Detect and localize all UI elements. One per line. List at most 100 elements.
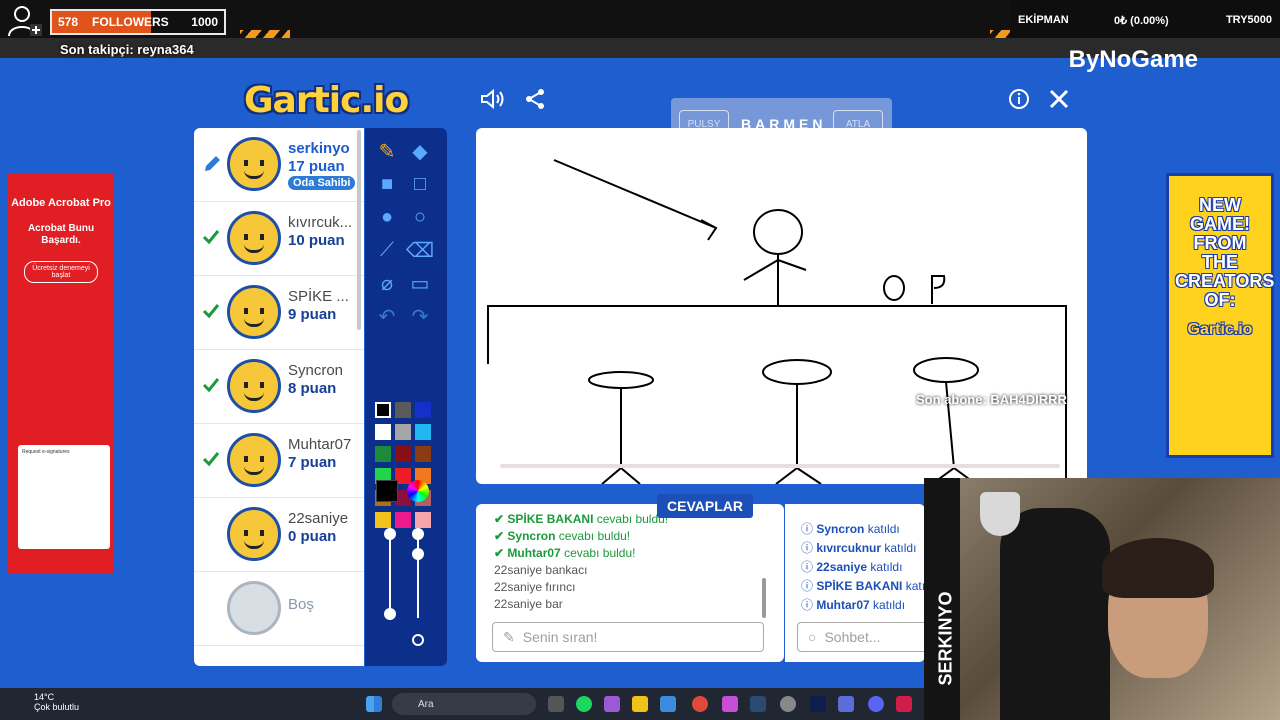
filled-circle-icon[interactable]: ●	[374, 204, 400, 230]
taskbar-search[interactable]: Ara	[392, 693, 536, 715]
pencil-icon	[202, 154, 220, 172]
empty-slot-label: Boş	[288, 596, 314, 613]
share-icon[interactable]	[522, 86, 548, 112]
current-color	[376, 480, 398, 502]
rect-outline-icon[interactable]: □	[407, 171, 433, 197]
chat-user: SPİKE BAKANI	[816, 579, 903, 593]
task-view-icon[interactable]	[548, 696, 564, 712]
app-icon-2[interactable]	[838, 696, 854, 712]
palette-color[interactable]	[415, 446, 431, 462]
opacity-knob[interactable]	[412, 528, 424, 540]
player-row[interactable]: 22saniye 0 puan	[194, 498, 364, 572]
bynogame-logo: ByNoGame	[1068, 46, 1198, 73]
info-icon: ⓘ	[801, 598, 817, 612]
player-row[interactable]: Syncron 8 puan	[194, 350, 364, 424]
player-row[interactable]: kıvırcuk... 10 puan	[194, 202, 364, 276]
sound-icon[interactable]	[480, 86, 506, 112]
answer-user: 22saniye	[494, 597, 543, 611]
streamer-name: SERKINYO	[935, 591, 956, 686]
palette-color[interactable]	[375, 446, 391, 462]
palette-color[interactable]	[375, 402, 391, 418]
fill-bucket-icon[interactable]: ◆	[407, 138, 433, 164]
player-row-empty: Boş	[194, 572, 364, 646]
circle-outline-icon[interactable]: ○	[407, 204, 433, 230]
steam-icon[interactable]	[750, 696, 766, 712]
chat-join-line: ⓘ kıvırcuknur katıldı	[801, 539, 916, 556]
drawing-canvas[interactable]	[476, 128, 1087, 484]
palette-color[interactable]	[415, 512, 431, 528]
last-follower: Son takipçi: reyna364	[60, 42, 194, 57]
chat-text: katıldı	[905, 579, 925, 593]
undo-icon[interactable]: ↶	[374, 303, 400, 329]
player-name: Syncron	[288, 362, 344, 379]
ad-trial-button[interactable]: Ücretsiz denemeyi başlat	[24, 261, 98, 283]
chat-text: katıldı	[867, 522, 900, 536]
eyedropper-icon[interactable]: ⌀	[374, 270, 400, 296]
chat-user: 22saniye	[816, 560, 868, 574]
answers-tab[interactable]: CEVAPLAR	[657, 494, 753, 518]
palette-color[interactable]	[395, 512, 411, 528]
spotify-icon[interactable]	[576, 696, 592, 712]
info-icon: ⓘ	[801, 560, 817, 574]
eraser-icon[interactable]: ⌫	[406, 237, 434, 263]
discord-icon[interactable]	[868, 696, 884, 712]
player-points: 10 puan	[288, 232, 345, 249]
palette-color[interactable]	[375, 424, 391, 440]
obs-icon[interactable]	[780, 696, 796, 712]
chat-input[interactable]: ○ Sohbet...	[797, 622, 925, 652]
opacity-knob-2[interactable]	[412, 548, 424, 560]
redo-icon[interactable]: ↷	[407, 303, 433, 329]
weather-widget[interactable]: 14°C Çok bulutlu	[10, 692, 79, 712]
palette-color[interactable]	[415, 402, 431, 418]
filled-rect-icon[interactable]: ■	[374, 171, 400, 197]
app-icon[interactable]	[722, 696, 738, 712]
info-icon[interactable]	[1006, 86, 1032, 112]
chrome-icon[interactable]	[692, 696, 708, 712]
player-row[interactable]: SPİKE ... 9 puan	[194, 276, 364, 350]
player-list-scrollbar[interactable]	[357, 130, 361, 330]
opacity-slider[interactable]	[417, 534, 419, 618]
palette-color[interactable]	[395, 424, 411, 440]
player-row[interactable]: serkinyo 17 puan Oda Sahibi	[194, 128, 364, 202]
check-icon	[202, 376, 220, 394]
photoshop-icon[interactable]	[810, 696, 826, 712]
color-wheel-icon[interactable]	[407, 480, 429, 502]
palette-color[interactable]	[415, 424, 431, 440]
gartic-new-game-ad[interactable]: NEW GAME! FROM THE CREATORS OF: Gartic.i…	[1166, 173, 1274, 458]
avatar	[227, 137, 281, 191]
brush-size-slider[interactable]	[389, 534, 391, 618]
palette-color[interactable]	[395, 402, 411, 418]
pencil-tool-icon[interactable]: ✎	[374, 138, 400, 164]
windows-taskbar: 14°C Çok bulutlu Ara	[0, 688, 924, 720]
file-explorer-icon[interactable]	[632, 696, 648, 712]
player-name: serkinyo	[288, 140, 350, 157]
avatar	[227, 433, 281, 487]
check-icon: ✔	[494, 529, 508, 543]
player-points: 9 puan	[288, 306, 337, 323]
team-logo	[980, 492, 1020, 536]
mail-icon[interactable]	[660, 696, 676, 712]
user-add-icon	[4, 4, 44, 38]
palette-color[interactable]	[375, 512, 391, 528]
brush-size-knob[interactable]	[384, 528, 396, 540]
palette-color[interactable]	[395, 446, 411, 462]
answer-input[interactable]: ✎ Senin sıran!	[492, 622, 764, 652]
brush-size-knob-low[interactable]	[384, 608, 396, 620]
timer-bar	[500, 464, 1060, 468]
start-icon[interactable]	[366, 696, 382, 712]
equipment-value: 0₺ (0.00%)	[1114, 15, 1169, 27]
new-page-icon[interactable]: ▭	[407, 270, 433, 296]
player-row[interactable]: Muhtar07 7 puan	[194, 424, 364, 498]
equipment-label: EKİPMAN	[1018, 14, 1069, 26]
adobe-ad[interactable]: Adobe Acrobat Pro Acrobat Bunu Başardı. …	[8, 173, 114, 573]
check-icon: ✔	[494, 512, 508, 526]
copilot-icon[interactable]	[604, 696, 620, 712]
info-icon: ⓘ	[801, 541, 817, 555]
guess-line: 22saniye bankacı	[494, 563, 587, 577]
chat-text: katıldı	[870, 560, 903, 574]
drawing-tools: ✎ ◆ ■ □ ● ○ ⟋ ⌫ ⌀ ▭ ↶ ↷	[365, 128, 447, 666]
app-icon-3[interactable]	[896, 696, 912, 712]
answers-scrollbar[interactable]	[762, 578, 766, 618]
close-icon[interactable]	[1046, 86, 1072, 112]
line-tool-icon[interactable]: ⟋	[374, 237, 400, 263]
